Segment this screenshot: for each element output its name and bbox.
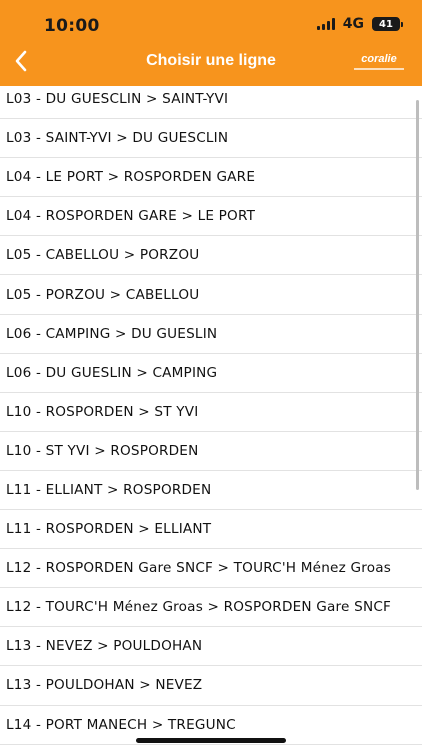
status-indicators: 4G 41 — [316, 16, 403, 32]
line-list-item[interactable]: L05 - PORZOU > CABELLOU — [0, 275, 422, 315]
logo-underline — [354, 68, 404, 70]
line-list-item[interactable]: L12 - TOURC'H Ménez Groas > ROSPORDEN Ga… — [0, 588, 422, 628]
scrollbar[interactable] — [416, 100, 419, 490]
signal-icon — [316, 18, 335, 30]
home-indicator — [136, 738, 286, 743]
battery-level: 41 — [379, 18, 393, 30]
line-list-item[interactable]: L10 - ST YVI > ROSPORDEN — [0, 432, 422, 471]
battery-icon: 41 — [372, 17, 403, 31]
line-list-item[interactable]: L10 - ROSPORDEN > ST YVI — [0, 393, 422, 432]
line-list-item[interactable]: L05 - CABELLOU > PORZOU — [0, 236, 422, 276]
line-list-item[interactable]: L04 - LE PORT > ROSPORDEN GARE — [0, 158, 422, 198]
line-list[interactable]: L03 - DU GUESCLIN > SAINT-YVI L03 - SAINT… — [0, 80, 422, 750]
line-list-item[interactable]: L13 - POULDOHAN > NEVEZ — [0, 666, 422, 706]
line-list-item[interactable]: L06 - DU GUESLIN > CAMPING — [0, 354, 422, 393]
coralie-logo: coralie — [354, 54, 404, 70]
line-list-item[interactable]: L12 - ROSPORDEN Gare SNCF > TOURC'H Méne… — [0, 549, 422, 589]
line-list-item[interactable]: L11 - ELLIANT > ROSPORDEN — [0, 471, 422, 511]
app-header: 10:00 4G 41 Choisir une ligne coralie — [0, 0, 422, 86]
status-time: 10:00 — [44, 16, 100, 36]
line-list-item[interactable]: L11 - ROSPORDEN > ELLIANT — [0, 510, 422, 550]
line-list-item[interactable]: L13 - NEVEZ > POULDOHAN — [0, 627, 422, 667]
line-list-item[interactable]: L04 - ROSPORDEN GARE > LE PORT — [0, 197, 422, 237]
line-list-item[interactable]: L06 - CAMPING > DU GUESLIN — [0, 315, 422, 354]
network-type: 4G — [342, 16, 364, 32]
line-list-item[interactable]: L03 - DU GUESCLIN > SAINT-YVI — [0, 80, 422, 120]
logo-text: coralie — [361, 53, 397, 65]
line-list-item[interactable]: L03 - SAINT-YVI > DU GUESCLIN — [0, 119, 422, 159]
